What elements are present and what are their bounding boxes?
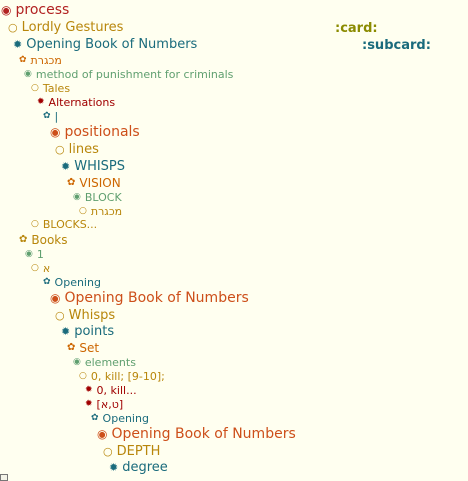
outline-row[interactable]: ◉ method of punishment for criminals — [24, 69, 233, 80]
outline-row-label: 1 — [36, 248, 44, 261]
outline-row[interactable]: ◉ process — [1, 3, 69, 17]
asterisk-icon: ✹ — [85, 385, 93, 395]
filled-circle-icon: ◉ — [97, 427, 108, 441]
outline-row-label: Opening Book of Numbers — [26, 37, 198, 52]
outline-row[interactable]: ✹ points — [61, 325, 114, 338]
outline-row-label: positionals — [64, 124, 140, 140]
outline-row[interactable]: ✿ VISION — [67, 177, 121, 189]
open-circle-icon: ○ — [79, 371, 87, 381]
outline-row[interactable]: ✿ Opening — [91, 413, 149, 424]
outline-row-label: 0, kill... — [96, 384, 137, 397]
outline-row[interactable]: ◉ positionals — [50, 125, 140, 139]
outline-row-label: Lordly Gestures — [21, 20, 124, 35]
outline-row[interactable]: ◉ BLOCK — [73, 192, 122, 203]
outline-row[interactable]: ✿ | — [43, 111, 58, 122]
outline-row[interactable]: ◉ 1 — [25, 249, 44, 260]
filled-circle-icon: ◉ — [73, 192, 81, 202]
outline-row-label: points — [74, 324, 115, 339]
outline-row[interactable]: ✹ 0, kill... — [85, 385, 137, 396]
outline-row-label: process — [15, 2, 70, 18]
outline-row-label: Alternations — [48, 96, 116, 109]
asterisk-icon: ✹ — [109, 461, 119, 474]
outline-row-label: Books — [31, 233, 68, 247]
filled-circle-icon: ◉ — [1, 3, 12, 17]
outline-row-label: VISION — [79, 176, 121, 190]
asterisk-icon: ✹ — [13, 38, 23, 51]
asterisk-icon: ✹ — [61, 325, 71, 338]
asterisk-icon: ✹ — [37, 97, 45, 107]
flower-icon: ✿ — [43, 277, 51, 287]
filled-circle-icon: ◉ — [73, 357, 81, 367]
outline-row-label: Whisps — [68, 308, 116, 323]
outline-row-label: 0, kill; [9-10]; — [90, 370, 165, 383]
outline-row-label: Opening Book of Numbers — [64, 290, 249, 306]
outline-row-label: BLOCKS... — [42, 218, 98, 231]
outline-row[interactable]: ○ lines — [55, 143, 99, 156]
outline-row[interactable]: ✿ Set — [67, 342, 99, 354]
outline-row[interactable]: ○ BLOCKS... — [31, 219, 97, 230]
outline-row[interactable]: ◉ Opening Book of Numbers — [50, 291, 249, 305]
flower-icon: ✿ — [91, 413, 99, 423]
flower-icon: ✿ — [19, 234, 28, 245]
open-circle-icon: ○ — [55, 309, 65, 322]
outline-row[interactable]: ○ Whisps — [55, 309, 115, 322]
outline-row-label: degree — [122, 460, 168, 475]
scroll-marker[interactable] — [0, 474, 8, 481]
outline-row[interactable]: ✿ מכגרת — [19, 55, 62, 66]
outline-row-label: WHISPS — [74, 159, 126, 174]
outline-row[interactable]: ○ 0, kill; [9-10]; — [79, 371, 165, 382]
outline-row[interactable]: ○ Lordly Gestures — [8, 21, 123, 34]
outline-row-label: elements — [84, 356, 136, 369]
filled-circle-icon: ◉ — [24, 69, 32, 79]
outline-row-label: א — [42, 262, 51, 275]
outline-row[interactable]: ✹ Opening Book of Numbers — [13, 38, 197, 51]
open-circle-icon: ○ — [79, 206, 87, 216]
open-circle-icon: ○ — [31, 83, 39, 93]
outline-row[interactable]: ✹ WHISPS — [61, 160, 125, 173]
outline-row[interactable]: ✿ Books — [19, 234, 68, 246]
filled-circle-icon: ◉ — [25, 249, 33, 259]
filled-circle-icon: ◉ — [50, 291, 61, 305]
subcard-tag: :subcard: — [362, 38, 431, 53]
asterisk-icon: ✹ — [61, 160, 71, 173]
outline-row[interactable]: ✹ Alternations — [37, 97, 115, 108]
open-circle-icon: ○ — [31, 219, 39, 229]
flower-icon: ✿ — [67, 177, 76, 188]
flower-icon: ✿ — [19, 55, 27, 65]
outline-row-label: [ט,א] — [96, 398, 124, 411]
outline-row[interactable]: ○ א — [31, 263, 50, 274]
outline-row[interactable]: ○ Tales — [31, 83, 70, 94]
filled-circle-icon: ◉ — [50, 125, 61, 139]
open-circle-icon: ○ — [8, 21, 18, 34]
outline-row[interactable]: ✹ degree — [109, 461, 168, 474]
outline-row-label: Opening Book of Numbers — [111, 426, 296, 442]
outline-row[interactable]: ○ DEPTH — [103, 445, 160, 458]
card-tag: :card: — [335, 21, 378, 36]
asterisk-icon: ✹ — [85, 399, 93, 409]
outline-row-label: BLOCK — [84, 191, 122, 204]
outline-row-label: Tales — [42, 82, 71, 95]
flower-icon: ✿ — [67, 342, 76, 353]
outline-row-label: מכגרת — [90, 205, 123, 218]
outline-row[interactable]: ◉ elements — [73, 357, 136, 368]
outline-row-label: Opening — [54, 276, 101, 289]
flower-icon: ✿ — [43, 111, 51, 121]
outline-row[interactable]: ✹ [ט,א] — [85, 399, 123, 410]
outline-row-label: method of punishment for criminals — [35, 68, 234, 81]
outline-row-label: | — [54, 110, 59, 123]
outline-row-label: Opening — [102, 412, 149, 425]
outline-row-label: מכגרת — [30, 54, 62, 67]
outline-row[interactable]: ✿ Opening — [43, 277, 101, 288]
outline-row-label: Set — [79, 341, 100, 355]
outline-row-label: DEPTH — [116, 444, 161, 459]
open-circle-icon: ○ — [103, 445, 113, 458]
outline-row[interactable]: ◉ Opening Book of Numbers — [97, 427, 296, 441]
open-circle-icon: ○ — [31, 263, 39, 273]
outline-row[interactable]: ○ מכגרת — [79, 206, 122, 217]
open-circle-icon: ○ — [55, 143, 65, 156]
outline-row-label: lines — [68, 142, 99, 157]
